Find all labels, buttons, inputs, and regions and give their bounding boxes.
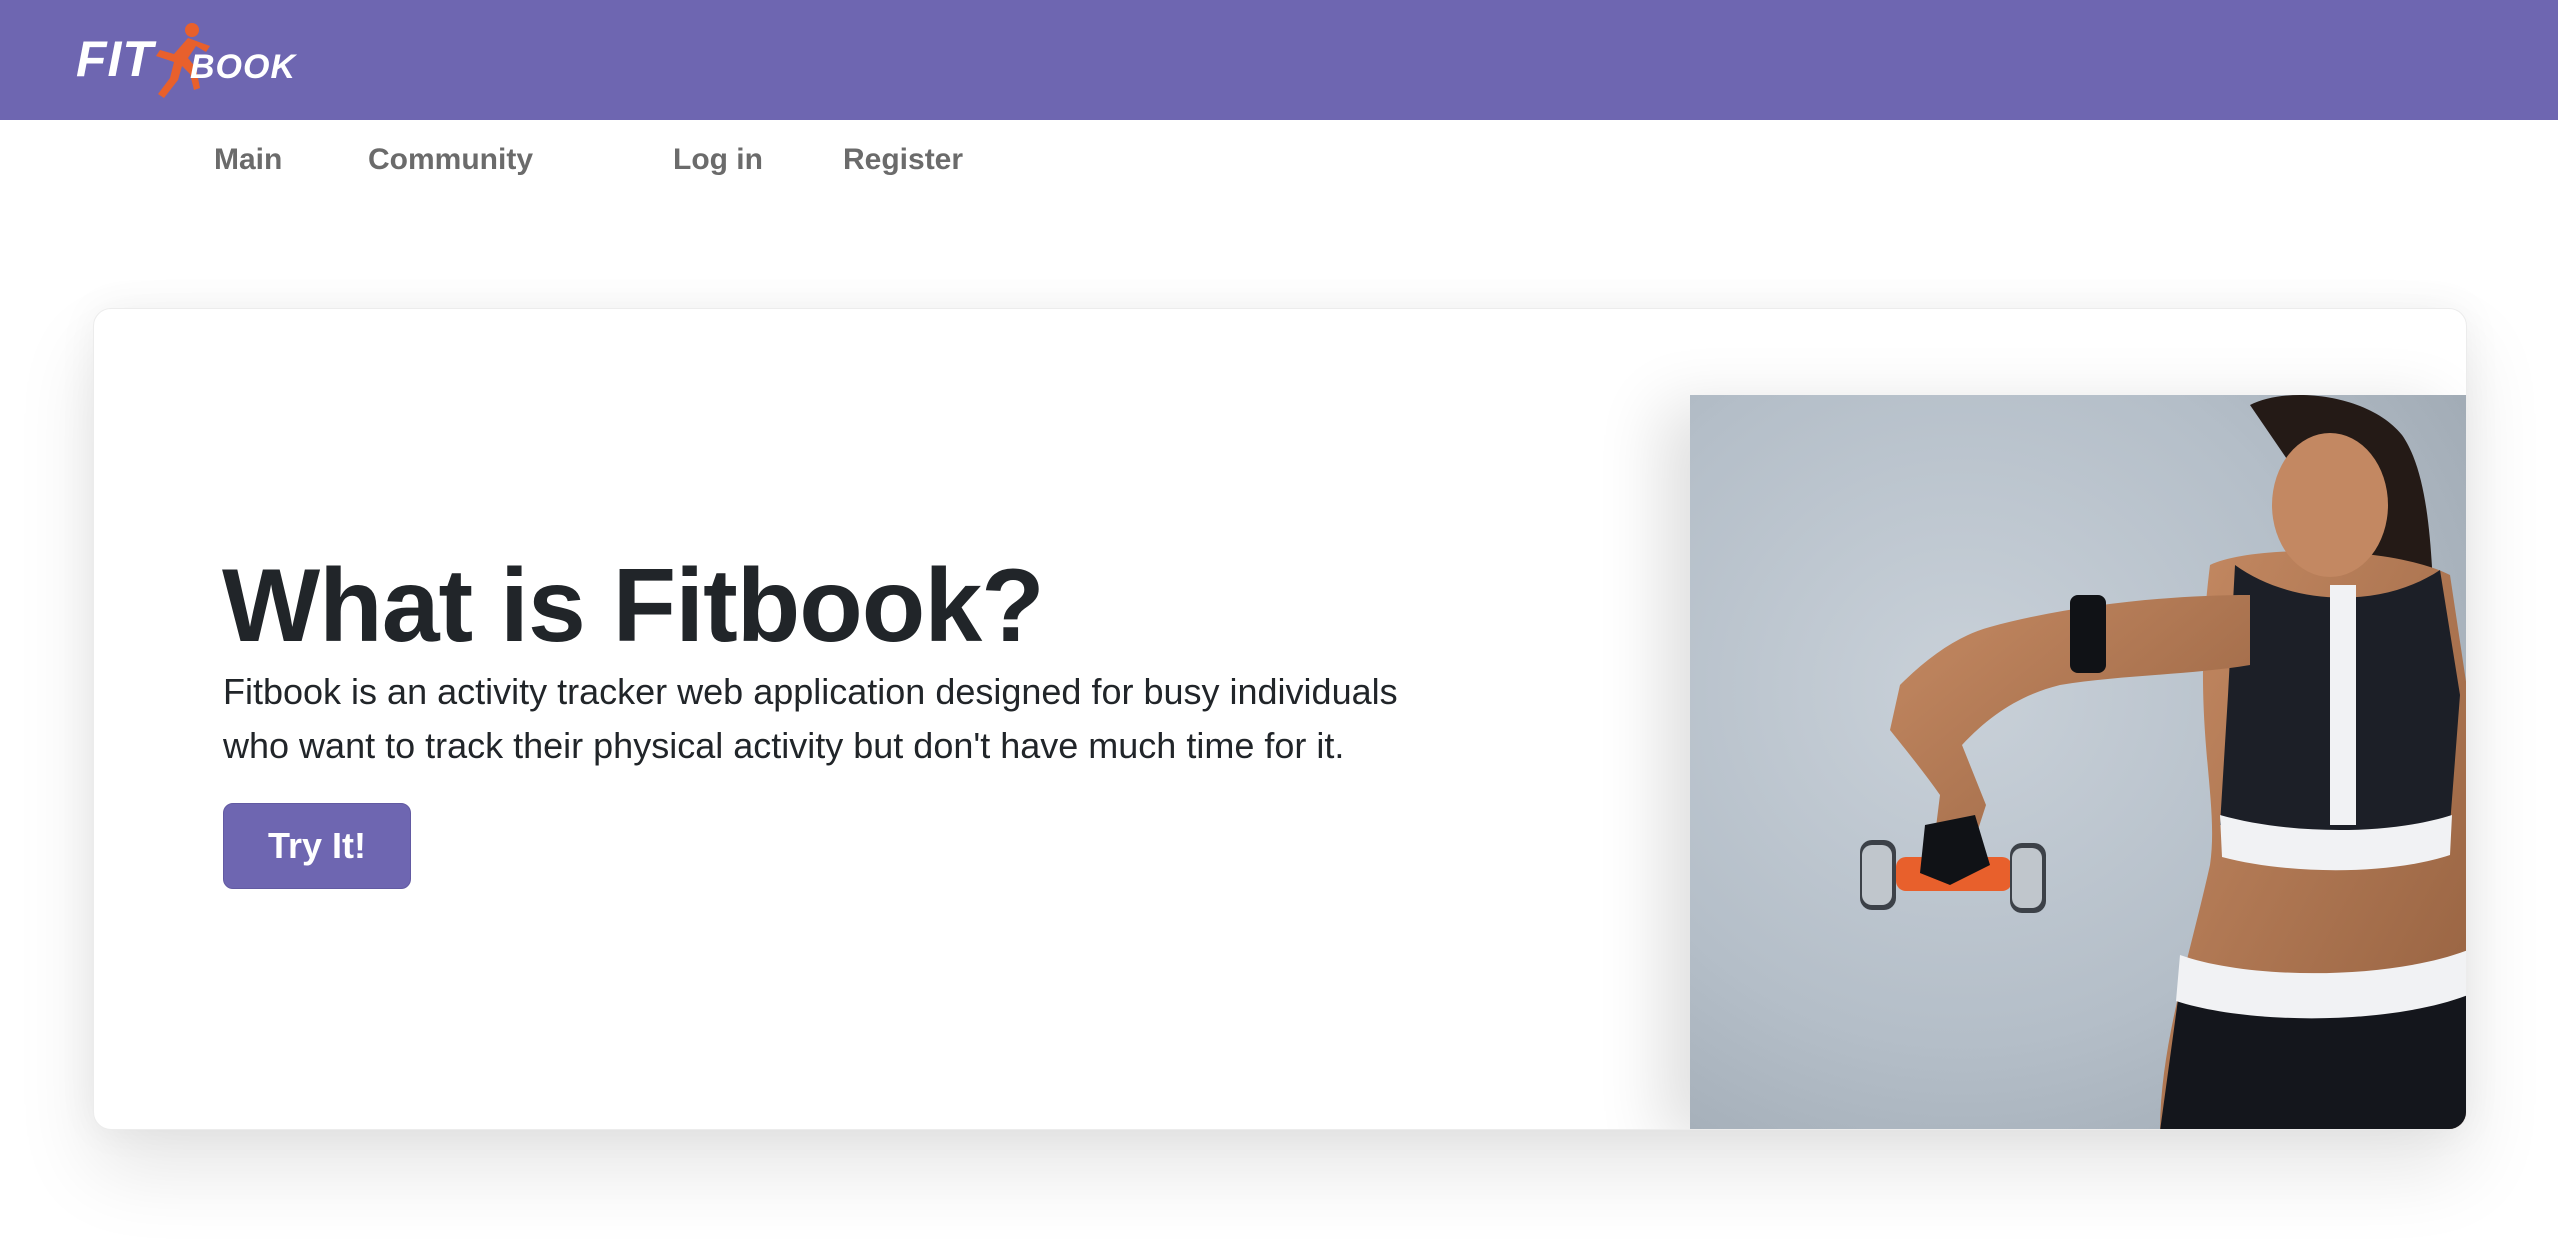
try-it-button[interactable]: Try It! [223, 803, 411, 889]
fitbook-logo[interactable]: FIT BOOK [74, 18, 314, 102]
main-nav: Main Community Log in Register [0, 120, 2558, 196]
nav-item-register[interactable]: Register [843, 142, 963, 178]
nav-item-main[interactable]: Main [214, 142, 282, 178]
nav-item-login[interactable]: Log in [673, 142, 763, 178]
hero-description: Fitbook is an activity tracker web appli… [223, 671, 1398, 766]
hero-image [1690, 395, 2466, 1129]
top-bar: FIT BOOK [0, 0, 2558, 120]
hero-card: What is Fitbook? Fitbook is an activity … [93, 308, 2467, 1130]
nav-item-community[interactable]: Community [368, 142, 533, 178]
hero-title: What is Fitbook? [222, 548, 1045, 664]
logo-text-book: BOOK [190, 48, 296, 86]
woman-with-dumbbell-photo [1690, 395, 2466, 1129]
